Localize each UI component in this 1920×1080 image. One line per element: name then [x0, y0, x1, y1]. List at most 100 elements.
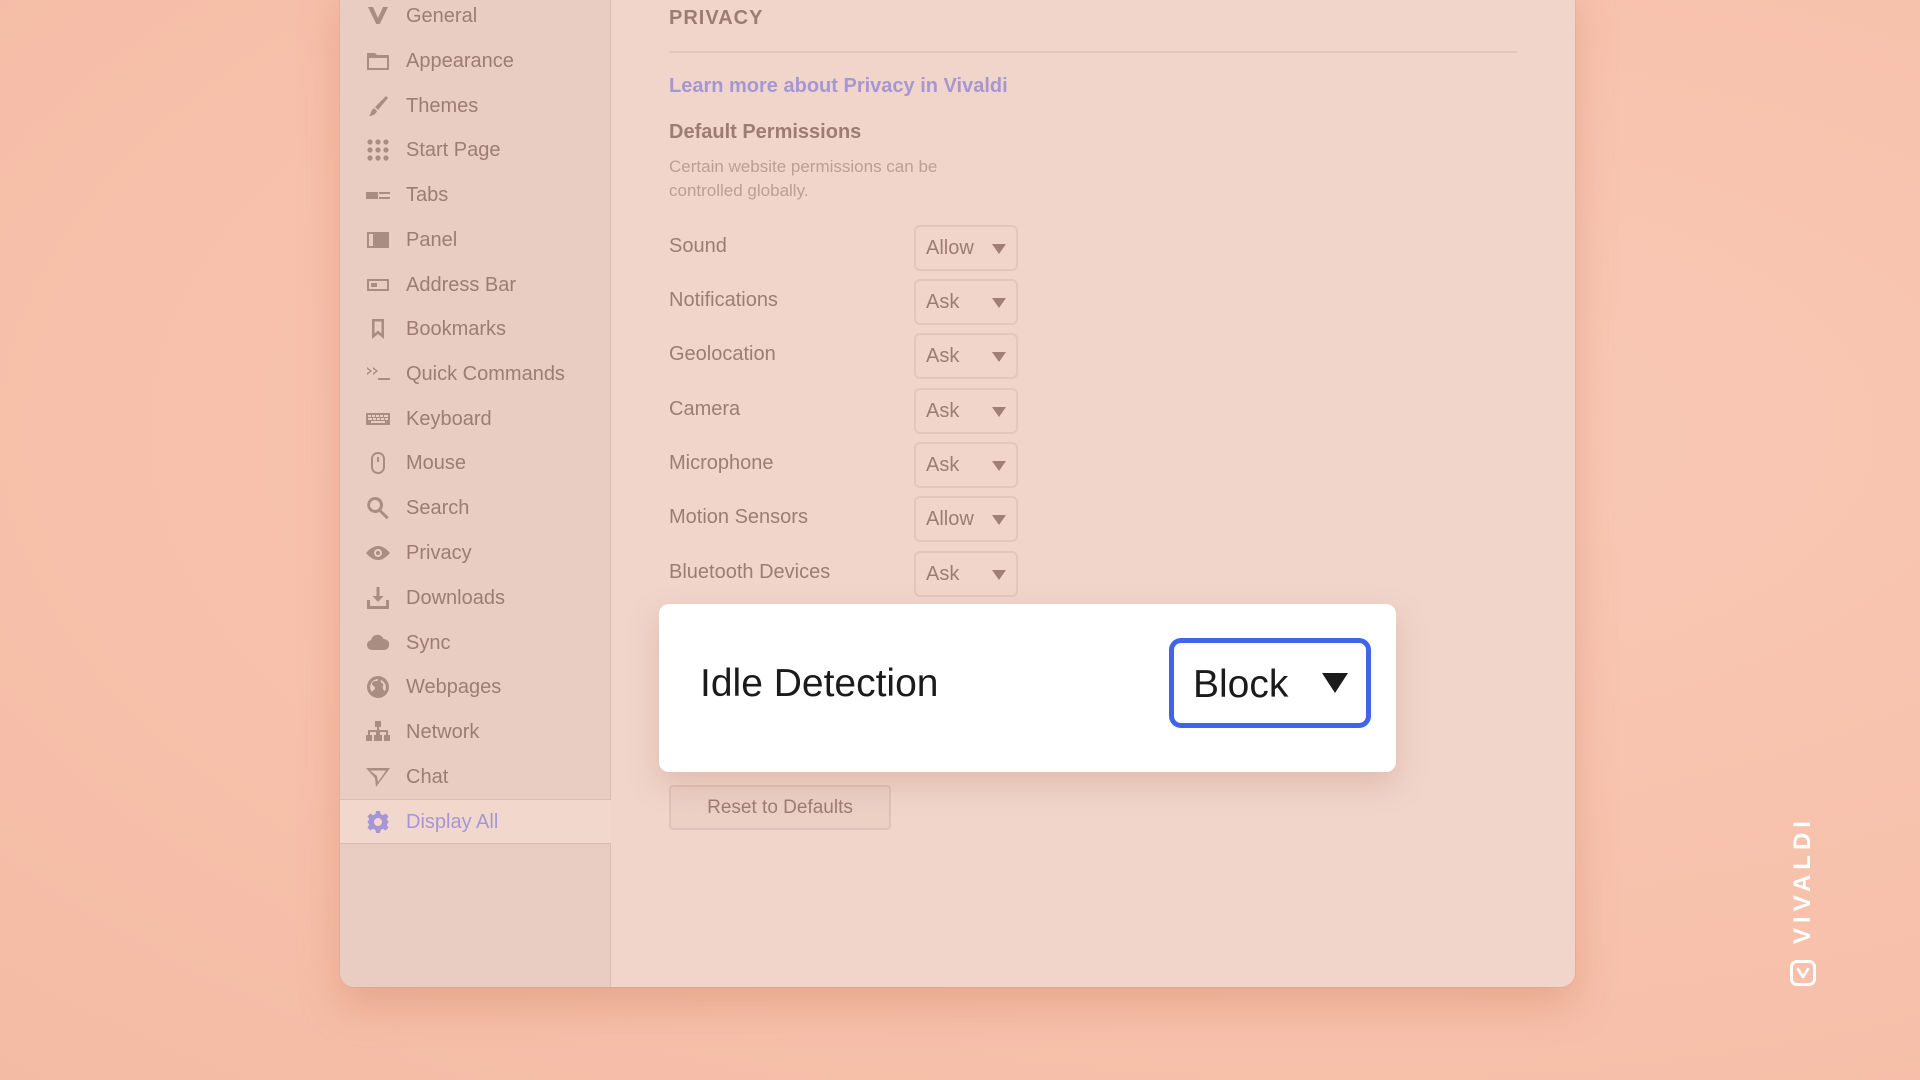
- sidebar-item-label: Downloads: [406, 586, 505, 609]
- address-bar-icon: [366, 273, 390, 297]
- globe-icon: [366, 675, 390, 699]
- sidebar-item-label: Start Page: [406, 138, 501, 161]
- permission-row-camera: Camera Ask: [669, 388, 1029, 434]
- idle-detection-highlight-card: Idle Detection Block: [659, 604, 1396, 772]
- sidebar-item-label: Keyboard: [406, 407, 492, 430]
- sidebar-item-label: Bookmarks: [406, 317, 507, 340]
- sidebar-item-label: General: [406, 4, 478, 27]
- search-icon: [366, 496, 390, 520]
- section-title: PRIVACY: [669, 7, 764, 29]
- network-icon: [366, 720, 390, 744]
- dropdown-arrow-icon: [992, 515, 1006, 525]
- sidebar-item-label: Sync: [406, 631, 451, 654]
- dropdown-arrow-icon: [992, 461, 1006, 471]
- sidebar-item-address-bar[interactable]: Address Bar: [340, 265, 611, 305]
- sidebar-item-label: Appearance: [406, 49, 514, 72]
- permissions-description: Certain website permissions can be contr…: [669, 157, 938, 200]
- permission-row-bluetooth-devices: Bluetooth Devices Ask: [669, 551, 1029, 597]
- sidebar-item-label: Mouse: [406, 451, 467, 474]
- bookmark-icon: [366, 317, 390, 341]
- notifications-permission-select[interactable]: Ask: [914, 279, 1018, 325]
- vivaldi-logo-icon: [1790, 960, 1816, 986]
- gear-icon: [366, 810, 390, 834]
- select-value: Allow: [926, 237, 974, 259]
- dropdown-arrow-icon: [992, 570, 1006, 580]
- dropdown-arrow-icon: [992, 407, 1006, 417]
- select-value: Block: [1193, 663, 1289, 706]
- permission-row-sound: Sound Allow: [669, 225, 1029, 271]
- camera-permission-select[interactable]: Ask: [914, 388, 1018, 434]
- sidebar-item-webpages[interactable]: Webpages: [340, 667, 611, 707]
- sidebar-item-appearance[interactable]: Appearance: [340, 41, 611, 81]
- sidebar-item-tabs[interactable]: Tabs: [340, 175, 611, 215]
- permission-label: Geolocation: [669, 343, 776, 365]
- settings-sidebar: General Appearance Themes Start Page Tab…: [340, 0, 611, 987]
- permission-label: Microphone: [669, 452, 774, 474]
- microphone-permission-select[interactable]: Ask: [914, 442, 1018, 488]
- sidebar-item-label: Quick Commands: [406, 362, 565, 385]
- eye-icon: [366, 541, 390, 565]
- sidebar-item-label: Panel: [406, 228, 458, 251]
- learn-more-link[interactable]: Learn more about Privacy in Vivaldi: [669, 75, 1008, 98]
- sidebar-item-label: Chat: [406, 765, 449, 788]
- keyboard-icon: [366, 407, 390, 431]
- sidebar-item-search[interactable]: Search: [340, 488, 611, 528]
- permission-label: Motion Sensors: [669, 506, 808, 528]
- sidebar-item-display-all[interactable]: Display All: [340, 802, 611, 842]
- settings-window: General Appearance Themes Start Page Tab…: [340, 0, 1575, 987]
- sidebar-item-label: Webpages: [406, 675, 502, 698]
- permissions-heading: Default Permissions: [669, 121, 862, 143]
- sidebar-item-label: Tabs: [406, 183, 449, 206]
- permission-label: Camera: [669, 398, 741, 420]
- sidebar-item-bookmarks[interactable]: Bookmarks: [340, 309, 611, 349]
- sidebar-item-keyboard[interactable]: Keyboard: [340, 399, 611, 439]
- sidebar-item-downloads[interactable]: Downloads: [340, 578, 611, 618]
- sidebar-item-mouse[interactable]: Mouse: [340, 443, 611, 483]
- dropdown-arrow-icon: [992, 352, 1006, 362]
- sidebar-item-general[interactable]: General: [340, 0, 611, 36]
- sidebar-item-chat[interactable]: Chat: [340, 757, 611, 797]
- bluetooth-devices-permission-select[interactable]: Ask: [914, 551, 1018, 597]
- permission-row-microphone: Microphone Ask: [669, 442, 1029, 488]
- vivaldi-brand: VIVALDI: [1785, 816, 1821, 990]
- reset-to-defaults-button[interactable]: Reset to Defaults: [669, 785, 891, 830]
- permission-label: Notifications: [669, 289, 778, 311]
- select-value: Ask: [926, 291, 960, 313]
- dropdown-arrow-icon: [1322, 673, 1348, 693]
- sidebar-item-privacy[interactable]: Privacy: [340, 533, 611, 573]
- motion-sensors-permission-select[interactable]: Allow: [914, 496, 1018, 542]
- idle-detection-permission-select[interactable]: Block: [1169, 638, 1371, 728]
- select-value: Ask: [926, 400, 960, 422]
- grid-icon: [366, 138, 390, 162]
- mouse-icon: [366, 451, 390, 475]
- send-icon: [366, 765, 390, 789]
- sidebar-item-themes[interactable]: Themes: [340, 86, 611, 126]
- permission-label: Sound: [669, 235, 727, 257]
- sidebar-item-label: Display All: [406, 810, 499, 833]
- permission-row-geolocation: Geolocation Ask: [669, 333, 1029, 379]
- sidebar-item-sync[interactable]: Sync: [340, 623, 611, 663]
- permission-row-notifications: Notifications Ask: [669, 279, 1029, 325]
- sidebar-item-panel[interactable]: Panel: [340, 220, 611, 260]
- sidebar-item-label: Themes: [406, 94, 479, 117]
- sidebar-panel-bottom: [340, 843, 611, 987]
- permission-row-motion-sensors: Motion Sensors Allow: [669, 496, 1029, 542]
- download-icon: [366, 586, 390, 610]
- panel-icon: [366, 228, 390, 252]
- sidebar-item-label: Network: [406, 720, 480, 743]
- select-value: Ask: [926, 563, 960, 585]
- sidebar-item-label: Address Bar: [406, 273, 517, 296]
- vivaldi-wordmark: VIVALDI: [1789, 816, 1816, 944]
- quick-commands-icon: [366, 362, 390, 386]
- sound-permission-select[interactable]: Allow: [914, 225, 1018, 271]
- dropdown-arrow-icon: [992, 298, 1006, 308]
- sidebar-item-quick-commands[interactable]: Quick Commands: [340, 354, 611, 394]
- sidebar-item-network[interactable]: Network: [340, 712, 611, 752]
- select-value: Ask: [926, 454, 960, 476]
- sidebar-item-start-page[interactable]: Start Page: [340, 130, 611, 170]
- select-value: Allow: [926, 508, 974, 530]
- brush-icon: [366, 94, 390, 118]
- vivaldi-v-icon: [366, 4, 390, 28]
- folder-icon: [366, 49, 390, 73]
- geolocation-permission-select[interactable]: Ask: [914, 333, 1018, 379]
